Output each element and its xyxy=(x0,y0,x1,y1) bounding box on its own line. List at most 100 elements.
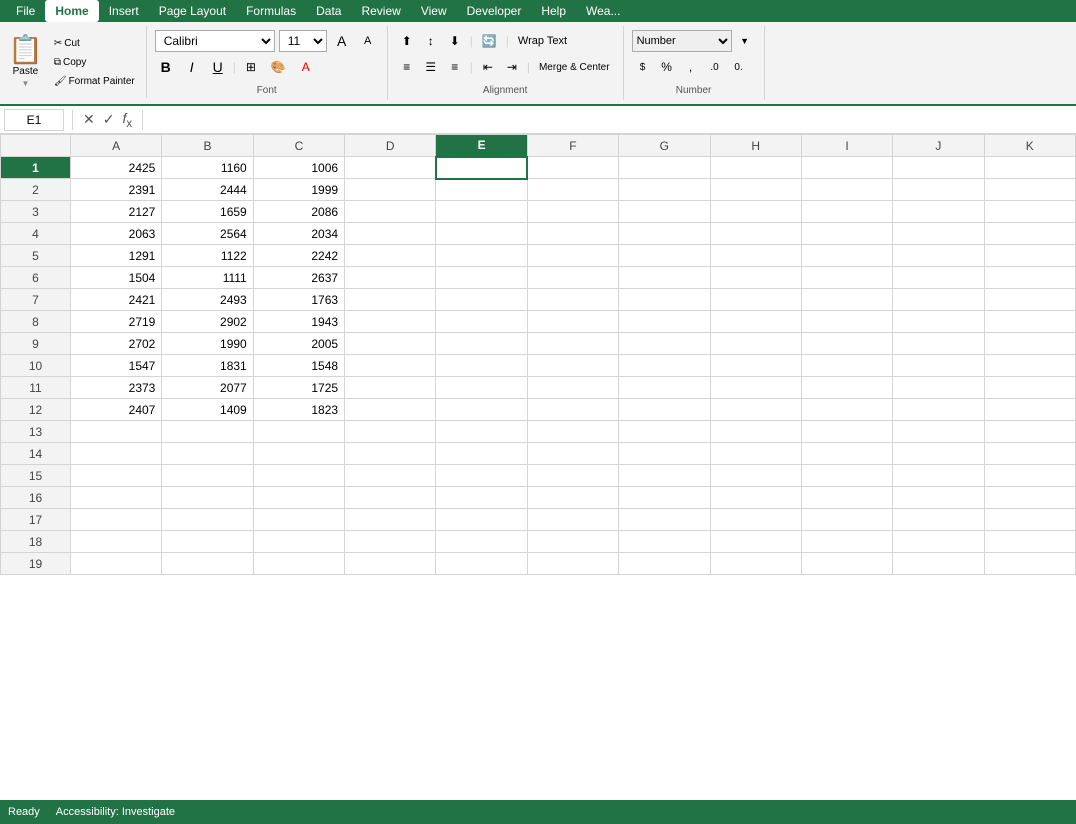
cell-A1[interactable]: 2425 xyxy=(71,157,162,179)
cell-H4[interactable] xyxy=(710,223,801,245)
cell-F6[interactable] xyxy=(527,267,618,289)
cell-A19[interactable] xyxy=(71,553,162,575)
row-header-18[interactable]: 18 xyxy=(1,531,71,553)
col-header-d[interactable]: D xyxy=(345,135,436,157)
cell-A17[interactable] xyxy=(71,509,162,531)
row-header-1[interactable]: 1 xyxy=(1,157,71,179)
borders-button[interactable]: ⊞ xyxy=(240,56,262,78)
cell-B8[interactable]: 2902 xyxy=(162,311,253,333)
col-header-c[interactable]: C xyxy=(253,135,344,157)
cell-C7[interactable]: 1763 xyxy=(253,289,344,311)
cell-J9[interactable] xyxy=(893,333,984,355)
cell-D17[interactable] xyxy=(345,509,436,531)
cell-E6[interactable] xyxy=(436,267,527,289)
merge-center-button[interactable]: Merge & Center xyxy=(534,56,615,78)
cell-K14[interactable] xyxy=(984,443,1075,465)
col-header-i[interactable]: I xyxy=(801,135,892,157)
cell-K19[interactable] xyxy=(984,553,1075,575)
cell-H18[interactable] xyxy=(710,531,801,553)
cell-I5[interactable] xyxy=(801,245,892,267)
cell-A16[interactable] xyxy=(71,487,162,509)
cell-I11[interactable] xyxy=(801,377,892,399)
col-header-h[interactable]: H xyxy=(710,135,801,157)
align-right-button[interactable]: ≡ xyxy=(444,56,466,78)
cell-H15[interactable] xyxy=(710,465,801,487)
row-header-2[interactable]: 2 xyxy=(1,179,71,201)
cell-F14[interactable] xyxy=(527,443,618,465)
cell-F17[interactable] xyxy=(527,509,618,531)
cell-I16[interactable] xyxy=(801,487,892,509)
menu-home[interactable]: Home xyxy=(45,0,98,22)
cell-D15[interactable] xyxy=(345,465,436,487)
cell-H9[interactable] xyxy=(710,333,801,355)
cell-F11[interactable] xyxy=(527,377,618,399)
cell-G10[interactable] xyxy=(619,355,710,377)
menu-wea[interactable]: Wea... xyxy=(576,0,630,22)
cell-F12[interactable] xyxy=(527,399,618,421)
cell-J15[interactable] xyxy=(893,465,984,487)
cell-H12[interactable] xyxy=(710,399,801,421)
cell-G1[interactable] xyxy=(619,157,710,179)
col-header-f[interactable]: F xyxy=(527,135,618,157)
font-size-select[interactable]: 11 xyxy=(279,30,327,52)
cell-B15[interactable] xyxy=(162,465,253,487)
cell-G16[interactable] xyxy=(619,487,710,509)
cell-H7[interactable] xyxy=(710,289,801,311)
cell-K9[interactable] xyxy=(984,333,1075,355)
cell-J3[interactable] xyxy=(893,201,984,223)
underline-button[interactable]: U xyxy=(207,56,229,78)
cell-A6[interactable]: 1504 xyxy=(71,267,162,289)
cell-K10[interactable] xyxy=(984,355,1075,377)
cell-G7[interactable] xyxy=(619,289,710,311)
cell-A13[interactable] xyxy=(71,421,162,443)
cell-E17[interactable] xyxy=(436,509,527,531)
cell-A11[interactable]: 2373 xyxy=(71,377,162,399)
cell-K15[interactable] xyxy=(984,465,1075,487)
cell-G3[interactable] xyxy=(619,201,710,223)
cell-E2[interactable] xyxy=(436,179,527,201)
cell-D9[interactable] xyxy=(345,333,436,355)
cell-H1[interactable] xyxy=(710,157,801,179)
cell-D16[interactable] xyxy=(345,487,436,509)
cell-A18[interactable] xyxy=(71,531,162,553)
cell-F9[interactable] xyxy=(527,333,618,355)
cell-K11[interactable] xyxy=(984,377,1075,399)
menu-file[interactable]: File xyxy=(6,0,45,22)
cell-I17[interactable] xyxy=(801,509,892,531)
cell-I15[interactable] xyxy=(801,465,892,487)
cell-F1[interactable] xyxy=(527,157,618,179)
cell-J6[interactable] xyxy=(893,267,984,289)
increase-decimal-button[interactable]: 0. xyxy=(728,56,750,78)
menu-data[interactable]: Data xyxy=(306,0,351,22)
cell-F10[interactable] xyxy=(527,355,618,377)
cell-G9[interactable] xyxy=(619,333,710,355)
decrease-indent-button[interactable]: ⇤ xyxy=(477,56,499,78)
cell-K17[interactable] xyxy=(984,509,1075,531)
cell-J1[interactable] xyxy=(893,157,984,179)
cell-J13[interactable] xyxy=(893,421,984,443)
cell-E12[interactable] xyxy=(436,399,527,421)
cell-K13[interactable] xyxy=(984,421,1075,443)
cell-H10[interactable] xyxy=(710,355,801,377)
cell-K3[interactable] xyxy=(984,201,1075,223)
cell-F2[interactable] xyxy=(527,179,618,201)
font-name-select[interactable]: Calibri xyxy=(155,30,275,52)
cell-B1[interactable]: 1160 xyxy=(162,157,253,179)
col-header-b[interactable]: B xyxy=(162,135,253,157)
insert-function-button[interactable]: fx xyxy=(120,110,134,130)
cell-I13[interactable] xyxy=(801,421,892,443)
cell-G15[interactable] xyxy=(619,465,710,487)
cell-I9[interactable] xyxy=(801,333,892,355)
cell-B4[interactable]: 2564 xyxy=(162,223,253,245)
cell-C14[interactable] xyxy=(253,443,344,465)
cell-F18[interactable] xyxy=(527,531,618,553)
copy-button[interactable]: ⧉ Copy xyxy=(49,54,140,71)
cell-E19[interactable] xyxy=(436,553,527,575)
menu-insert[interactable]: Insert xyxy=(99,0,149,22)
cell-D1[interactable] xyxy=(345,157,436,179)
cell-D13[interactable] xyxy=(345,421,436,443)
cell-I18[interactable] xyxy=(801,531,892,553)
cell-I10[interactable] xyxy=(801,355,892,377)
row-header-10[interactable]: 10 xyxy=(1,355,71,377)
cell-G11[interactable] xyxy=(619,377,710,399)
